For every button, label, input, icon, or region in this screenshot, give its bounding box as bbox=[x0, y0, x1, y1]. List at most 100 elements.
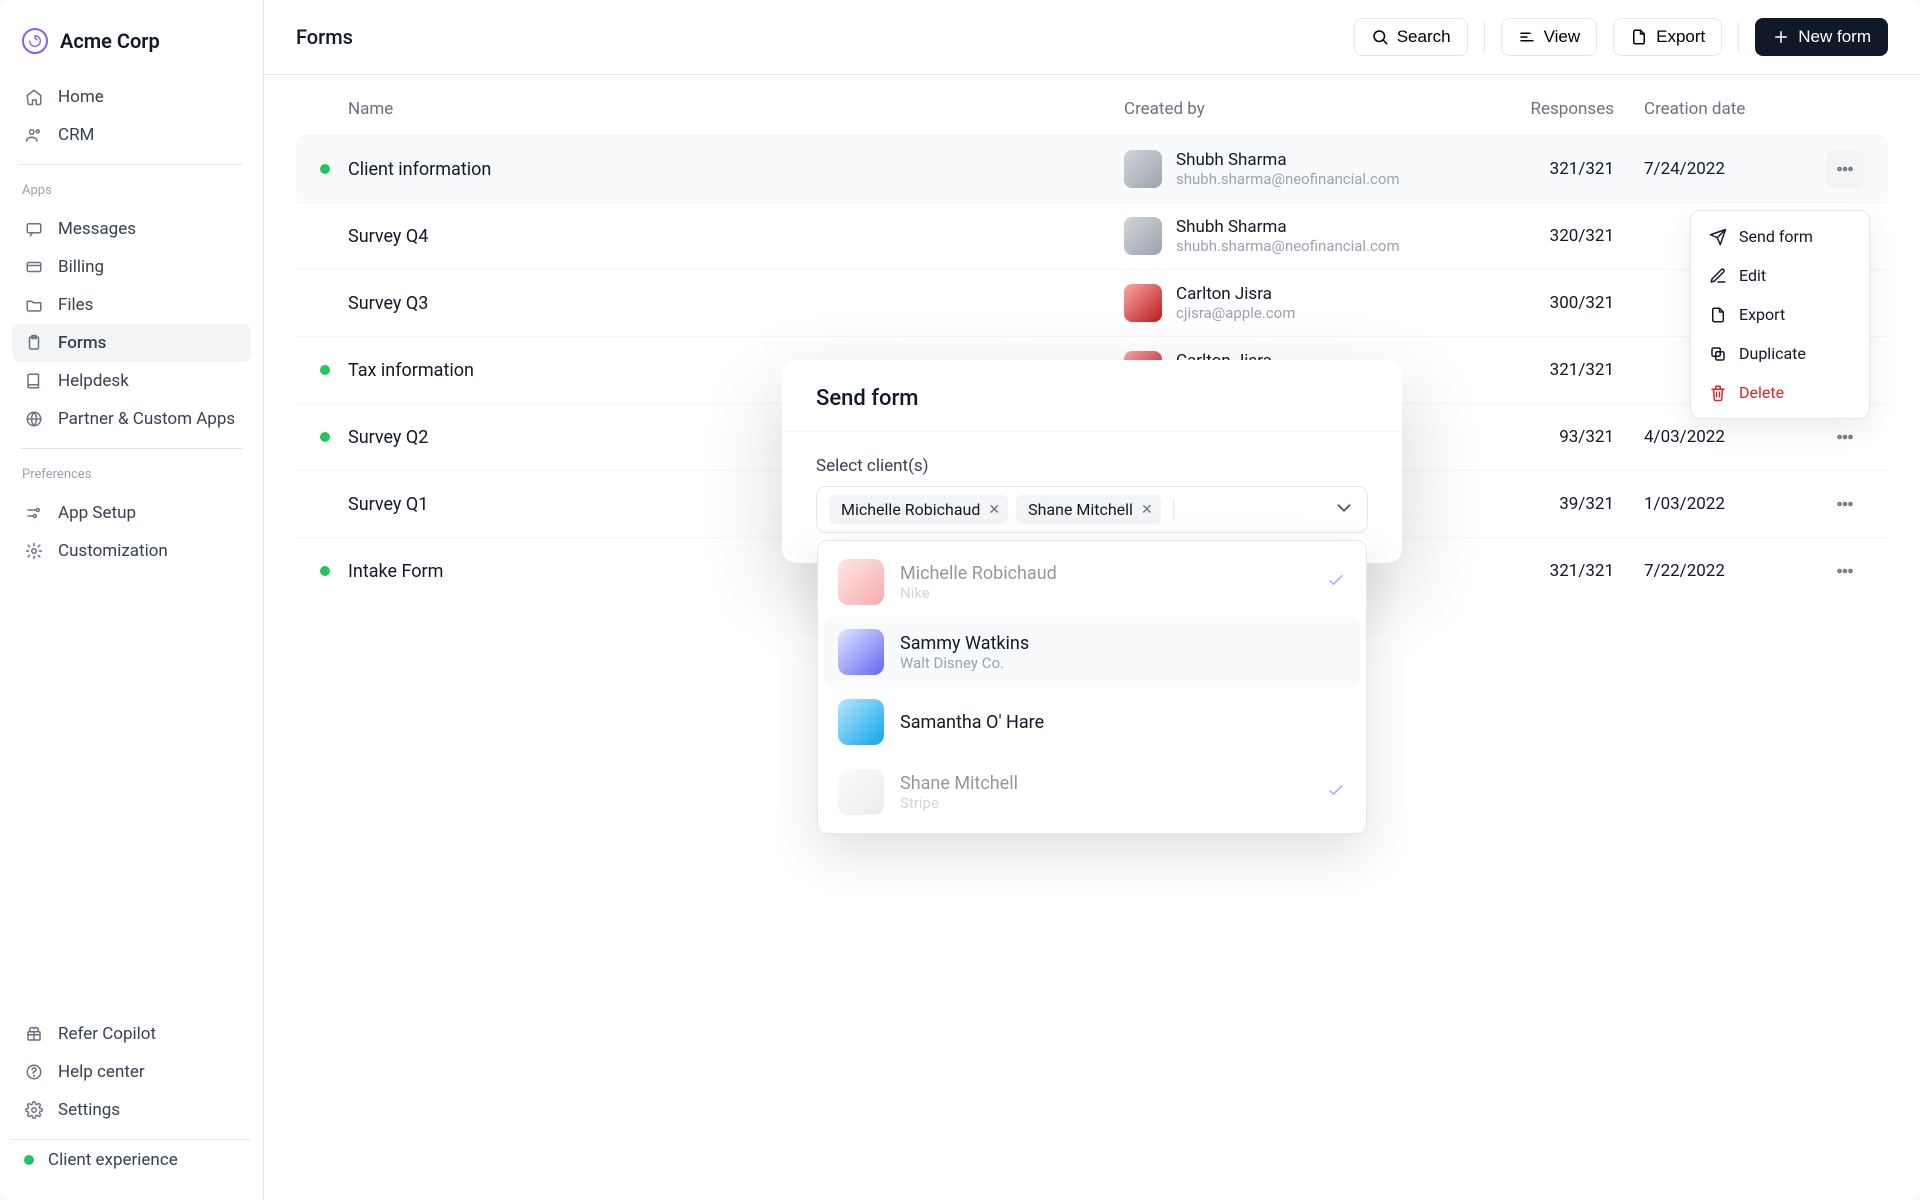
users-icon bbox=[24, 125, 44, 145]
nav-app-setup[interactable]: App Setup bbox=[12, 494, 251, 532]
nav-label: Helpdesk bbox=[58, 371, 129, 391]
chevron-down-icon[interactable] bbox=[1333, 497, 1355, 523]
chip: Shane Mitchell✕ bbox=[1016, 495, 1161, 524]
author-cell: Shubh Sharmashubh.sharma@neofinancial.co… bbox=[1124, 217, 1464, 255]
export-label: Export bbox=[1656, 27, 1705, 47]
author-name: Shubh Sharma bbox=[1176, 150, 1400, 170]
menu-duplicate[interactable]: Duplicate bbox=[1697, 334, 1863, 373]
option-subtitle: Nike bbox=[900, 584, 1057, 602]
row-actions-button[interactable] bbox=[1826, 552, 1864, 590]
gear-icon bbox=[24, 541, 44, 561]
table-row[interactable]: Survey Q4Shubh Sharmashubh.sharma@neofin… bbox=[296, 202, 1888, 269]
field-label: Select client(s) bbox=[816, 456, 1368, 476]
avatar bbox=[1124, 284, 1162, 322]
export-button[interactable]: Export bbox=[1613, 18, 1722, 56]
status-dot-icon bbox=[320, 566, 330, 576]
search-button[interactable]: Search bbox=[1354, 18, 1468, 56]
nav-billing[interactable]: Billing bbox=[12, 248, 251, 286]
nav-home[interactable]: Home bbox=[12, 78, 251, 116]
table-row[interactable]: Survey Q3Carlton Jisracjisra@apple.com30… bbox=[296, 269, 1888, 336]
view-label: View bbox=[1544, 27, 1581, 47]
check-icon bbox=[1326, 780, 1346, 804]
row-actions-button[interactable] bbox=[1826, 418, 1864, 456]
file-icon bbox=[1630, 28, 1648, 46]
search-label: Search bbox=[1397, 27, 1451, 47]
new-form-button[interactable]: New form bbox=[1755, 18, 1888, 56]
creation-date: 7/24/2022 bbox=[1614, 159, 1794, 179]
option-name: Samantha O' Hare bbox=[900, 712, 1044, 733]
menu-label: Delete bbox=[1739, 383, 1784, 402]
nav-label: CRM bbox=[58, 125, 94, 145]
row-actions-button[interactable] bbox=[1826, 485, 1864, 523]
author-cell: Shubh Sharmashubh.sharma@neofinancial.co… bbox=[1124, 150, 1464, 188]
sliders-icon bbox=[1518, 28, 1536, 46]
avatar bbox=[1124, 150, 1162, 188]
menu-label: Edit bbox=[1739, 266, 1766, 285]
nav-messages[interactable]: Messages bbox=[12, 210, 251, 248]
plus-icon bbox=[1772, 28, 1790, 46]
card-icon bbox=[24, 257, 44, 277]
nav-label: App Setup bbox=[58, 503, 136, 523]
brand-name: Acme Corp bbox=[60, 29, 160, 53]
nav-customization[interactable]: Customization bbox=[12, 532, 251, 570]
chip-remove-icon[interactable]: ✕ bbox=[988, 502, 1000, 518]
gift-icon bbox=[24, 1024, 44, 1044]
client-multiselect[interactable]: Michelle Robichaud ✕ Shane Mitchell✕ Mich… bbox=[816, 486, 1368, 533]
row-context-menu: Send form Edit Export Duplicate Delete bbox=[1690, 210, 1870, 419]
responses: 320/321 bbox=[1464, 226, 1614, 246]
chip-remove-icon[interactable]: ✕ bbox=[1141, 502, 1153, 518]
nav-crm[interactable]: CRM bbox=[12, 116, 251, 154]
nav-settings[interactable]: Settings bbox=[12, 1091, 251, 1129]
col-date: Creation date bbox=[1614, 99, 1794, 119]
responses: 321/321 bbox=[1464, 360, 1614, 380]
dropdown-option[interactable]: Sammy WatkinsWalt Disney Co. bbox=[824, 617, 1360, 687]
responses: 300/321 bbox=[1464, 293, 1614, 313]
file-icon bbox=[1709, 306, 1727, 324]
row-actions-button[interactable] bbox=[1826, 150, 1864, 188]
nav-section-prefs: Preferences bbox=[12, 459, 251, 490]
menu-send-form[interactable]: Send form bbox=[1697, 217, 1863, 256]
nav-refer-copilot[interactable]: Refer Copilot bbox=[12, 1015, 251, 1053]
responses: 39/321 bbox=[1464, 494, 1614, 514]
menu-edit[interactable]: Edit bbox=[1697, 256, 1863, 295]
option-subtitle: Stripe bbox=[900, 794, 1018, 812]
help-icon bbox=[24, 1062, 44, 1082]
clipboard-icon bbox=[24, 333, 44, 353]
creation-date: 1/03/2022 bbox=[1614, 494, 1794, 514]
cog-icon bbox=[24, 1100, 44, 1120]
table-row[interactable]: Client informationShubh Sharmashubh.shar… bbox=[296, 135, 1888, 202]
status-dot-icon bbox=[24, 1155, 34, 1165]
nav-partner-apps[interactable]: Partner & Custom Apps bbox=[12, 400, 251, 438]
topbar: Forms Search View Export New form bbox=[264, 0, 1920, 75]
dropdown-option[interactable]: Samantha O' Hare bbox=[824, 687, 1360, 757]
menu-label: Duplicate bbox=[1739, 344, 1806, 363]
dropdown-option[interactable]: Michelle RobichaudNike bbox=[824, 547, 1360, 617]
page-title: Forms bbox=[296, 25, 353, 49]
status-client-experience[interactable]: Client experience bbox=[12, 1139, 251, 1180]
nav-forms[interactable]: Forms bbox=[12, 324, 251, 362]
responses: 321/321 bbox=[1464, 561, 1614, 581]
menu-export[interactable]: Export bbox=[1697, 295, 1863, 334]
nav-files[interactable]: Files bbox=[12, 286, 251, 324]
menu-delete[interactable]: Delete bbox=[1697, 373, 1863, 412]
nav-label: Messages bbox=[58, 219, 136, 239]
globe-icon bbox=[24, 409, 44, 429]
home-icon bbox=[24, 87, 44, 107]
option-name: Michelle Robichaud bbox=[900, 563, 1057, 584]
nav-label: Forms bbox=[58, 333, 106, 353]
table-header: Name Created by Responses Creation date bbox=[296, 83, 1888, 135]
chip-label: Michelle Robichaud bbox=[841, 500, 980, 519]
nav-helpdesk[interactable]: Helpdesk bbox=[12, 362, 251, 400]
nav-help-center[interactable]: Help center bbox=[12, 1053, 251, 1091]
chat-icon bbox=[24, 219, 44, 239]
status-dot-icon bbox=[320, 432, 330, 442]
dropdown-option[interactable]: Shane MitchellStripe bbox=[824, 757, 1360, 827]
form-name: Client information bbox=[348, 159, 1124, 180]
nav-label: Billing bbox=[58, 257, 104, 277]
folder-icon bbox=[24, 295, 44, 315]
form-name: Survey Q3 bbox=[348, 293, 1124, 314]
chip: Michelle Robichaud ✕ bbox=[829, 495, 1008, 524]
sliders-icon bbox=[24, 503, 44, 523]
view-button[interactable]: View bbox=[1501, 18, 1598, 56]
form-name: Survey Q4 bbox=[348, 226, 1124, 247]
